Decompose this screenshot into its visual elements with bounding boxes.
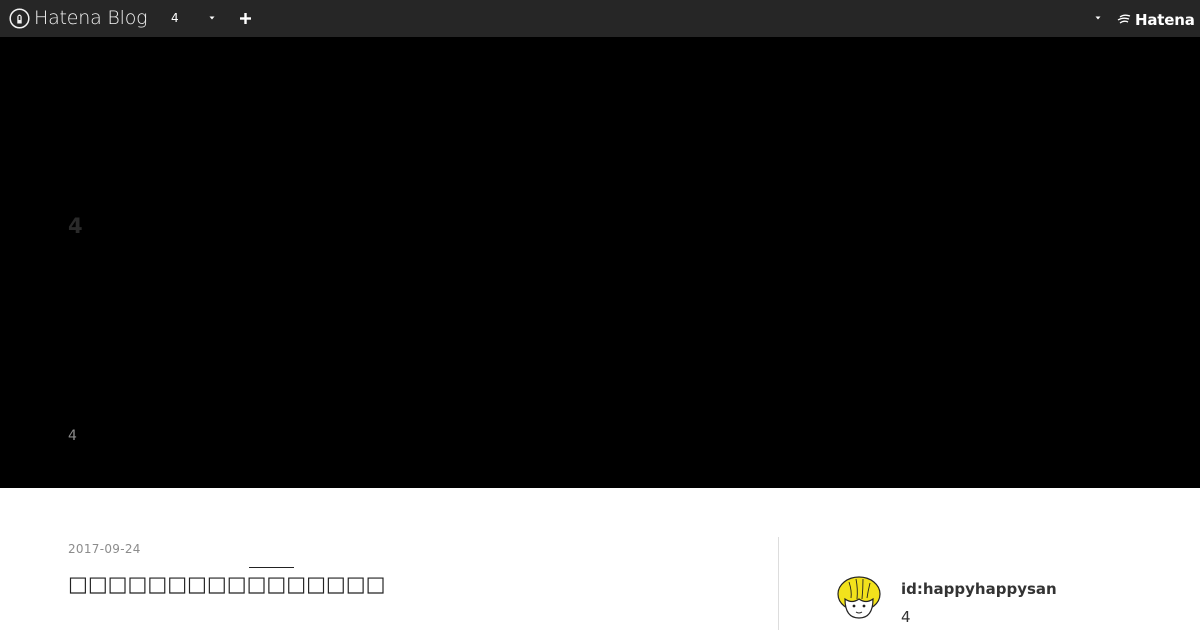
article-title[interactable]: □□□□□□□□□□□□□□□□ <box>68 571 385 597</box>
hatena-blog-home-link[interactable]: Hatena Blog <box>9 7 148 29</box>
avatar[interactable] <box>836 575 882 621</box>
title-divider <box>249 567 294 568</box>
profile-id-link[interactable]: id:happyhappysan <box>901 580 1057 598</box>
hatena-label: Hatena <box>1135 11 1195 29</box>
chevron-down-icon[interactable] <box>208 15 216 21</box>
blog-header: 4 4 <box>0 37 1200 488</box>
hatena-blog-logo-icon <box>9 7 30 29</box>
chevron-down-icon[interactable] <box>1094 15 1102 21</box>
brand-name: Hatena Blog <box>34 7 148 29</box>
blog-title[interactable]: 4 <box>68 214 83 238</box>
plus-icon[interactable] <box>239 12 252 25</box>
hatena-account-menu[interactable]: Hatena <box>1117 11 1195 29</box>
article-date[interactable]: 2017-09-24 <box>68 542 141 556</box>
hatena-wave-icon <box>1117 14 1131 24</box>
global-header: Hatena Blog 4 Hatena <box>0 0 1200 37</box>
my-blogs-count[interactable]: 4 <box>171 11 179 25</box>
sidebar-divider <box>778 537 779 630</box>
blog-description: 4 <box>68 428 77 444</box>
profile-description: 4 <box>901 608 911 626</box>
